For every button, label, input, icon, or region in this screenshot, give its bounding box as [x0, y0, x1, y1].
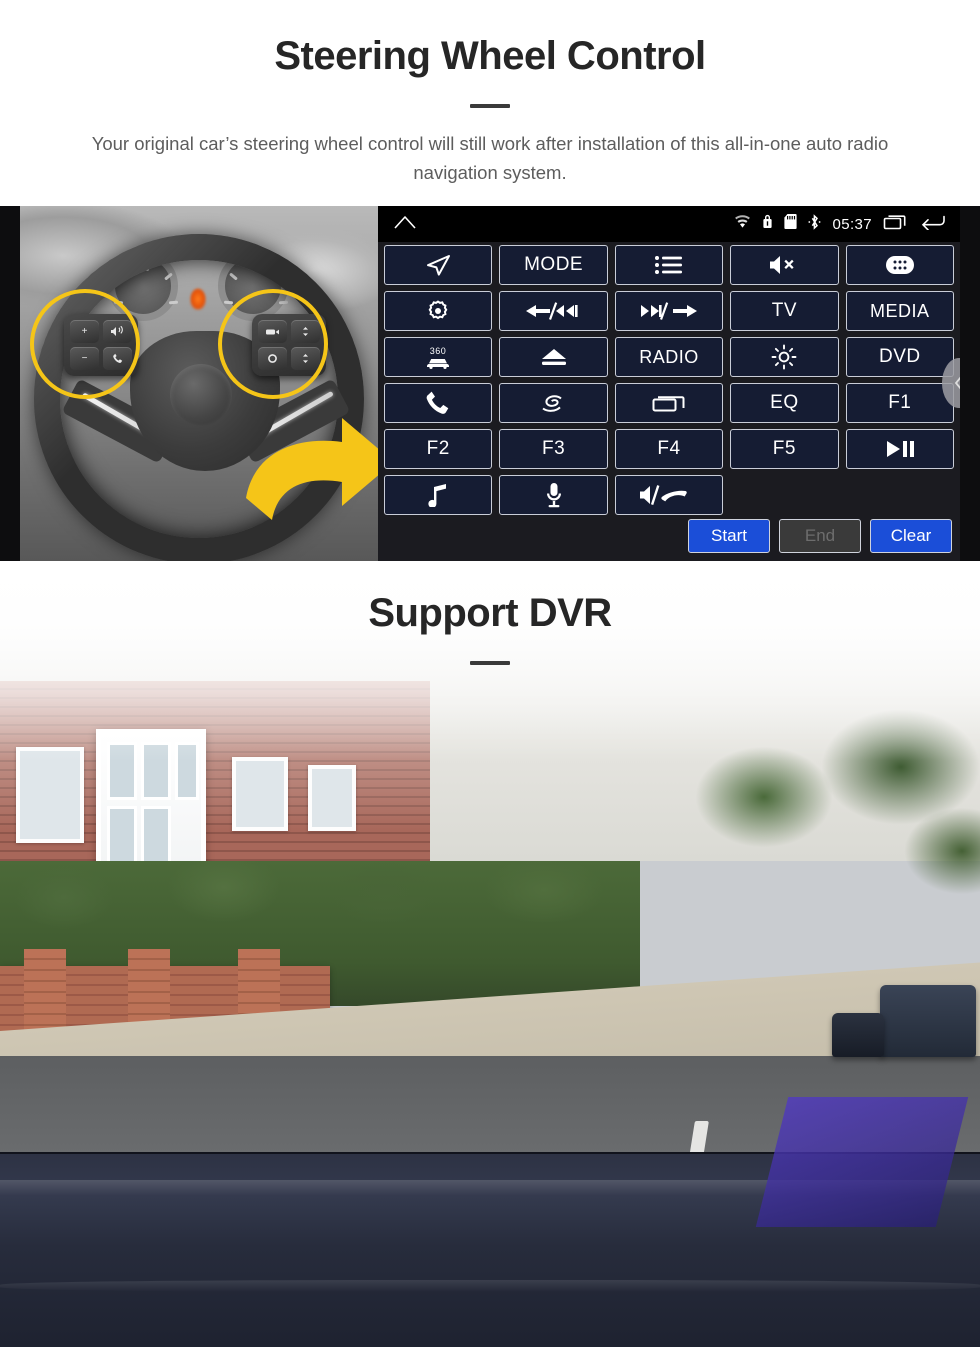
swc-action-buttons: Start End Clear: [688, 519, 952, 554]
parked-car: [880, 985, 976, 1058]
page-subtitle: Your original car’s steering wheel contr…: [91, 133, 889, 183]
clear-button[interactable]: Clear: [870, 519, 952, 554]
swc-btn-dvd[interactable]: DVD: [845, 337, 954, 378]
swc-btn-previous[interactable]: [499, 291, 608, 332]
steering-key-mapping-grid: MODE TV MEDIA 360 RADIO DVD EQ F1 F2 F3 …: [378, 242, 960, 516]
swc-btn-brightness[interactable]: [730, 337, 839, 378]
swc-btn-media[interactable]: MEDIA: [845, 291, 954, 332]
dvr-title: Support DVR: [368, 591, 612, 636]
swc-btn-mode[interactable]: MODE: [499, 245, 608, 286]
swc-btn-phone[interactable]: [384, 383, 493, 424]
wifi-icon: [734, 215, 751, 233]
usb-lock-icon: [762, 214, 773, 234]
swc-btn-settings[interactable]: [384, 291, 493, 332]
swc-btn-list[interactable]: [614, 245, 724, 286]
swc-btn-play-pause[interactable]: [845, 429, 954, 470]
swc-btn-mute[interactable]: [730, 245, 839, 286]
swc-btn-navigation[interactable]: [384, 245, 493, 286]
swc-btn-f2[interactable]: F2: [384, 429, 493, 470]
swc-btn-tv[interactable]: TV: [730, 291, 839, 332]
swc-btn-360-camera[interactable]: 360: [384, 337, 493, 378]
page-title: Steering Wheel Control: [274, 34, 706, 78]
bluetooth-icon: [808, 214, 821, 235]
swc-btn-music[interactable]: [384, 475, 493, 516]
swc-btn-screen-off[interactable]: [614, 383, 724, 424]
support-dvr-section: Support DVR (Optional function, require …: [0, 561, 980, 1347]
head-unit-screen: 05:37 MODE TV MEDIA 360 RADIO DVD EQ F1 …: [378, 206, 960, 562]
swc-btn-navi-swirl[interactable]: [499, 383, 608, 424]
pointer-arrow-icon: [238, 402, 378, 532]
sd-card-icon: [784, 214, 798, 234]
swc-btn-f1[interactable]: F1: [845, 383, 954, 424]
windshield-reflection: [755, 1097, 969, 1228]
airbag-cover: [170, 364, 232, 427]
dvr-title-divider: [470, 661, 510, 666]
swc-btn-apps[interactable]: [845, 245, 954, 286]
swc-btn-eject[interactable]: [499, 337, 608, 378]
parked-car: [832, 1013, 884, 1058]
swc-btn-eq[interactable]: EQ: [730, 383, 839, 424]
android-status-bar: 05:37: [378, 206, 960, 243]
status-bar-clock: 05:37: [832, 215, 872, 233]
svg-text:360: 360: [430, 346, 447, 356]
steering-wheel-control-header: Steering Wheel Control Your original car…: [0, 0, 980, 188]
house-window: [232, 757, 288, 832]
home-icon[interactable]: [392, 214, 418, 235]
end-button: End: [779, 519, 861, 554]
swc-btn-next[interactable]: [614, 291, 724, 332]
house-window: [308, 765, 356, 832]
highlight-circle-left: [30, 289, 140, 400]
swc-btn-microphone[interactable]: [499, 475, 608, 516]
steering-wheel-band: + − 05:37 MODE TV MEDIA 360 RADIO DVD EQ…: [0, 206, 980, 562]
back-icon[interactable]: [920, 213, 946, 235]
steering-wheel-photo: + −: [20, 206, 378, 562]
start-button[interactable]: Start: [688, 519, 770, 554]
house-window: [16, 747, 84, 844]
highlight-circle-right: [218, 289, 328, 400]
dashboard-highlight: [0, 1280, 980, 1293]
recents-icon[interactable]: [883, 213, 909, 235]
swc-btn-f5[interactable]: F5: [730, 429, 839, 470]
title-divider: [470, 104, 510, 108]
swc-btn-volume-hangup[interactable]: [614, 475, 724, 516]
swc-btn-f4[interactable]: F4: [614, 429, 724, 470]
support-dvr-header: Support DVR: [0, 591, 980, 687]
swc-btn-f3[interactable]: F3: [499, 429, 608, 470]
swc-btn-radio[interactable]: RADIO: [614, 337, 724, 378]
